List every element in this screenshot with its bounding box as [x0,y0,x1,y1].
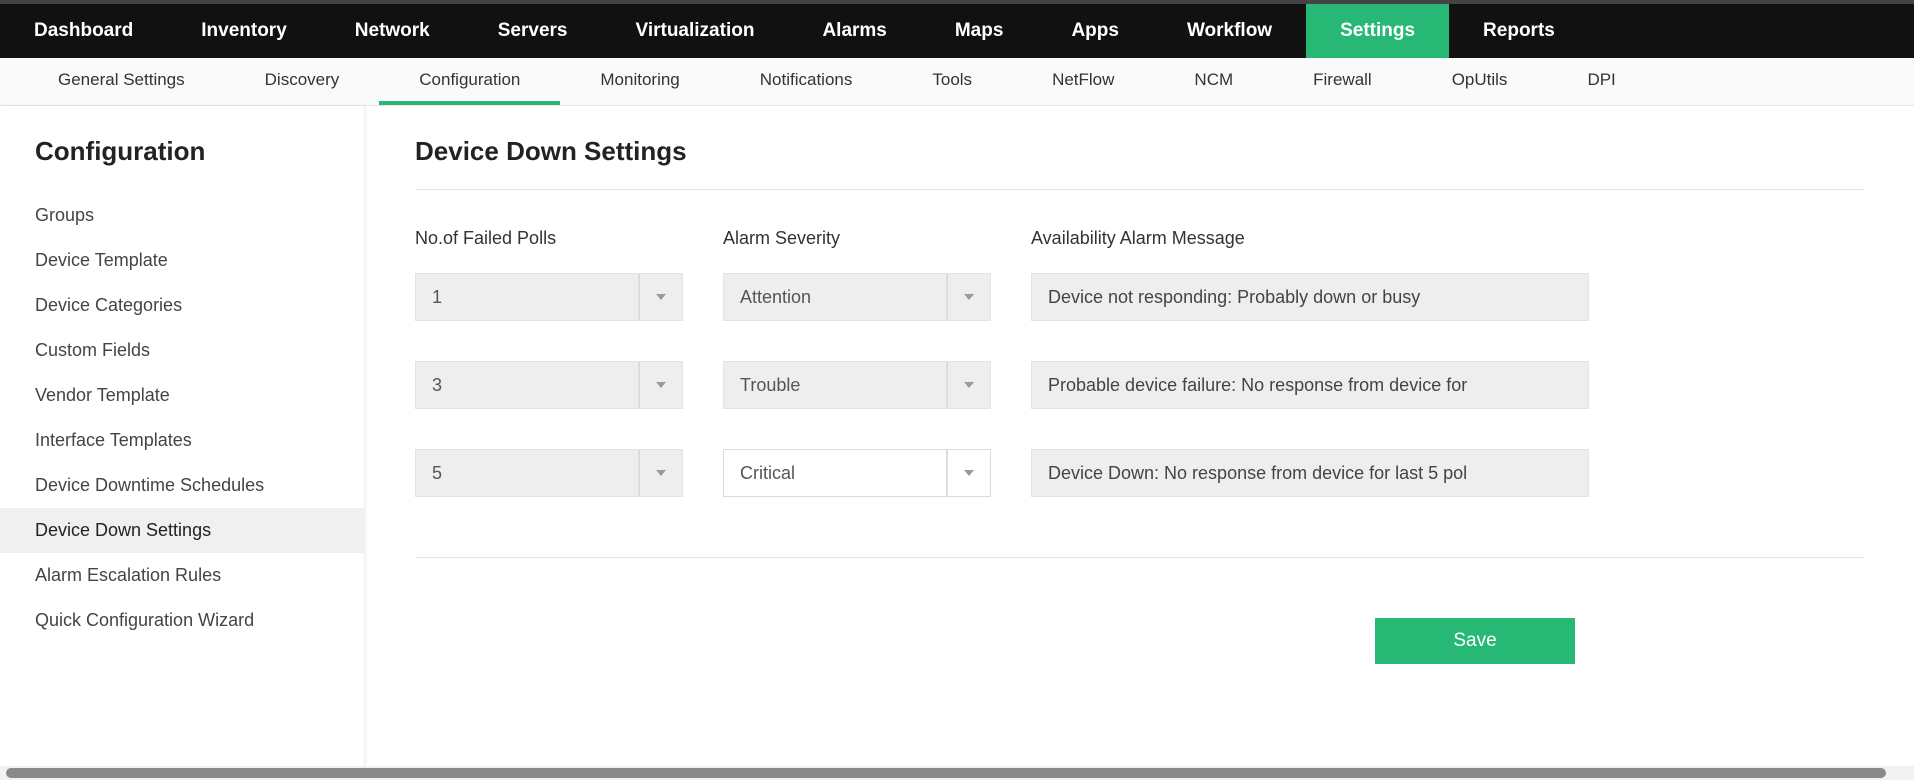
sidebar-item-quick-configuration-wizard[interactable]: Quick Configuration Wizard [0,598,364,643]
subnav-item-configuration[interactable]: Configuration [379,58,560,105]
settings-row: 3 Trouble [415,361,1864,409]
message-input[interactable] [1031,361,1589,409]
topnav-item-servers[interactable]: Servers [464,4,602,58]
subnav-item-discovery[interactable]: Discovery [225,58,380,105]
severity-select[interactable]: Attention [723,273,991,321]
page-title: Device Down Settings [415,136,1864,167]
chevron-down-icon [656,382,666,388]
topnav-item-dashboard[interactable]: Dashboard [0,4,167,58]
sidebar-item-device-categories[interactable]: Device Categories [0,283,364,328]
polls-select[interactable]: 5 [415,449,683,497]
topnav-item-reports[interactable]: Reports [1449,4,1589,58]
header-severity: Alarm Severity [723,228,991,249]
sub-nav: General Settings Discovery Configuration… [0,58,1914,106]
topnav-item-network[interactable]: Network [321,4,464,58]
sidebar-item-vendor-template[interactable]: Vendor Template [0,373,364,418]
sidebar-item-alarm-escalation-rules[interactable]: Alarm Escalation Rules [0,553,364,598]
sidebar-item-groups[interactable]: Groups [0,193,364,238]
chevron-down-icon [656,470,666,476]
topnav-item-alarms[interactable]: Alarms [788,4,920,58]
scrollbar-thumb[interactable] [6,768,1886,778]
subnav-item-netflow[interactable]: NetFlow [1012,58,1154,105]
save-button[interactable]: Save [1375,618,1575,664]
polls-value: 5 [415,449,639,497]
topnav-item-virtualization[interactable]: Virtualization [601,4,788,58]
topnav-item-maps[interactable]: Maps [921,4,1038,58]
body-wrap: Configuration Groups Device Template Dev… [0,106,1914,766]
message-input[interactable] [1031,273,1589,321]
subnav-item-dpi[interactable]: DPI [1547,58,1655,105]
topnav-item-workflow[interactable]: Workflow [1153,4,1306,58]
header-polls: No.of Failed Polls [415,228,683,249]
settings-row: 1 Attention [415,273,1864,321]
chevron-down-icon [964,470,974,476]
sidebar-item-device-down-settings[interactable]: Device Down Settings [0,508,364,553]
subnav-item-monitoring[interactable]: Monitoring [560,58,719,105]
chevron-down-icon [964,294,974,300]
sidebar: Configuration Groups Device Template Dev… [0,106,365,766]
polls-value: 1 [415,273,639,321]
polls-select[interactable]: 1 [415,273,683,321]
message-input[interactable] [1031,449,1589,497]
top-nav: Dashboard Inventory Network Servers Virt… [0,0,1914,58]
polls-select[interactable]: 3 [415,361,683,409]
sidebar-item-device-downtime-schedules[interactable]: Device Downtime Schedules [0,463,364,508]
sidebar-title: Configuration [0,136,364,193]
subnav-item-notifications[interactable]: Notifications [720,58,893,105]
polls-dropdown-button[interactable] [639,361,683,409]
main-content: Device Down Settings No.of Failed Polls … [365,106,1914,766]
save-row: Save [415,557,1864,664]
topnav-item-settings[interactable]: Settings [1306,4,1449,58]
sidebar-item-device-template[interactable]: Device Template [0,238,364,283]
severity-value: Critical [723,449,947,497]
topnav-item-inventory[interactable]: Inventory [167,4,321,58]
severity-dropdown-button[interactable] [947,273,991,321]
severity-select[interactable]: Critical [723,449,991,497]
polls-dropdown-button[interactable] [639,273,683,321]
settings-row: 5 Critical [415,449,1864,497]
severity-value: Trouble [723,361,947,409]
subnav-item-firewall[interactable]: Firewall [1273,58,1412,105]
subnav-item-general-settings[interactable]: General Settings [18,58,225,105]
subnav-item-ncm[interactable]: NCM [1154,58,1273,105]
horizontal-scrollbar[interactable] [0,766,1914,780]
chevron-down-icon [656,294,666,300]
sidebar-item-interface-templates[interactable]: Interface Templates [0,418,364,463]
chevron-down-icon [964,382,974,388]
subnav-item-tools[interactable]: Tools [892,58,1012,105]
topnav-item-apps[interactable]: Apps [1037,4,1153,58]
severity-value: Attention [723,273,947,321]
column-headers: No.of Failed Polls Alarm Severity Availa… [415,228,1864,249]
polls-value: 3 [415,361,639,409]
severity-dropdown-button[interactable] [947,361,991,409]
polls-dropdown-button[interactable] [639,449,683,497]
severity-dropdown-button[interactable] [947,449,991,497]
divider [415,189,1864,190]
severity-select[interactable]: Trouble [723,361,991,409]
subnav-item-oputils[interactable]: OpUtils [1412,58,1548,105]
header-message: Availability Alarm Message [1031,228,1589,249]
sidebar-item-custom-fields[interactable]: Custom Fields [0,328,364,373]
